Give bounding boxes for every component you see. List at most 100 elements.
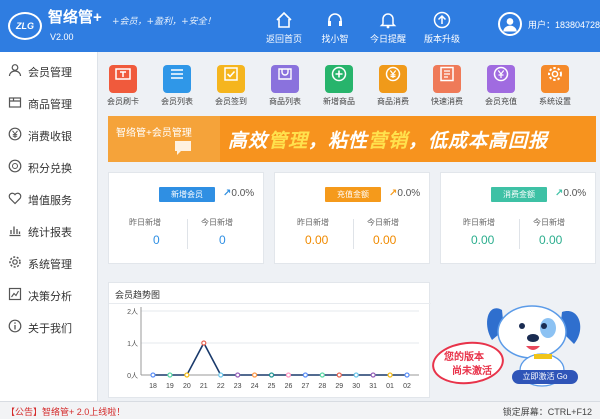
chart-data-point <box>387 372 393 378</box>
shortcut-add-product[interactable]: 新增商品 <box>312 60 366 110</box>
chart-x-tick-label: 25 <box>268 383 276 390</box>
sidebar-item-analysis[interactable]: 决策分析 <box>0 278 98 310</box>
stat-today-label: 今日新增 <box>367 218 399 227</box>
banner-subtitle: 智络管+会员管理 <box>116 128 192 139</box>
sidebar-item-reports[interactable]: 统计报表 <box>0 214 98 246</box>
shortcut-member-checkin[interactable]: 会员签到 <box>204 60 258 110</box>
chat-icon <box>175 141 191 155</box>
shortcut-member-list[interactable]: 会员列表 <box>150 60 204 110</box>
recharge-icon <box>487 65 515 93</box>
shortcut-label: 快速消费 <box>431 97 463 106</box>
chart-data-point <box>252 372 258 378</box>
chart-x-tick-label: 01 <box>386 383 394 390</box>
chart-x-tick-label: 23 <box>234 383 242 390</box>
sidebar-item-value-added[interactable]: 增值服务 <box>0 182 98 214</box>
stat-yesterday-value: 0.00 <box>305 233 329 247</box>
shortcut-member-recharge[interactable]: 会员充值 <box>474 60 528 110</box>
chart-y-tick-label: 2人 <box>127 308 138 316</box>
gear-icon <box>9 256 21 268</box>
chart-x-tick-label: 20 <box>183 383 191 390</box>
chart-title: 会员趋势图 <box>115 290 161 300</box>
shortcut-product-list[interactable]: 商品列表 <box>258 60 312 110</box>
upgrade-icon <box>433 11 451 29</box>
shortcut-label: 商品列表 <box>269 97 301 106</box>
chart-data-point <box>268 372 275 378</box>
shortcut-system-settings[interactable]: 系统设置 <box>528 60 582 110</box>
activation-line1: 您的版本 <box>444 352 484 363</box>
settings-icon <box>541 65 569 93</box>
status-bar: 【公告】智络管+ 2.0上线啦！ 锁定屏幕：CTRL+F12 <box>0 401 600 419</box>
yen-icon <box>8 127 22 141</box>
chart-data-point <box>218 372 224 378</box>
nav-assistant[interactable]: 找小智 <box>307 0 363 52</box>
coin-icon <box>8 159 22 173</box>
app-header: ZLG 智络管+ V2.00 +会员，+盈利，+安全！ 返回首页 找小智 今日提… <box>0 0 600 52</box>
stat-yesterday-label: 昨日新增 <box>297 218 329 227</box>
checkin-icon <box>217 65 245 93</box>
banner-left-panel: 智络管+会员管理 <box>108 116 220 162</box>
chart-data-point <box>336 372 342 378</box>
sidebar-item-label: 系统管理 <box>28 259 72 271</box>
shortcut-label: 商品消费 <box>377 97 409 106</box>
sidebar-item-label: 消费收银 <box>28 131 72 143</box>
nav-upgrade[interactable]: 版本升级 <box>414 0 470 52</box>
shortcut-member-card[interactable]: 会员刷卡 <box>96 60 150 110</box>
headline-highlight: 营销 <box>368 131 409 152</box>
activation-line2: 尚未激活 <box>452 366 492 377</box>
chart-x-tick-label: 02 <box>403 383 411 390</box>
chart-data-point <box>353 372 359 378</box>
user-phone: 用户：18380472862 <box>528 20 600 30</box>
banner-headline: 高效管理，粘性营销，低成本高回报 <box>228 126 548 153</box>
stat-percent: ↗0.0% <box>555 188 586 199</box>
chart-data-point <box>404 372 410 378</box>
headline-part: 高效 <box>228 131 269 152</box>
nav-home[interactable]: 返回首页 <box>256 0 312 52</box>
chart-data-point <box>167 372 173 378</box>
shortcut-product-consume[interactable]: 商品消费 <box>366 60 420 110</box>
announcement-link[interactable]: 【公告】智络管+ 2.0上线啦！ <box>6 405 125 418</box>
chart-data-point <box>201 340 207 346</box>
stat-percent-value: 0.0% <box>563 188 587 199</box>
consumption-amount-button[interactable]: 消费金额 <box>491 187 547 202</box>
chart-x-tick-label: 22 <box>217 383 225 390</box>
home-icon <box>276 11 292 28</box>
yen-circle-icon <box>379 65 407 93</box>
stat-yesterday-value: 0 <box>153 233 160 247</box>
headset-icon <box>328 13 342 26</box>
sidebar-item-points[interactable]: 积分兑换 <box>0 150 98 182</box>
chart-data-point <box>235 372 241 378</box>
sidebar-item-products[interactable]: 商品管理 <box>0 86 98 118</box>
activate-now-button[interactable]: 立即激活 Go <box>512 370 578 384</box>
chart-title-divider <box>109 303 431 304</box>
person-icon <box>8 64 22 77</box>
activation-mascot[interactable]: 您的版本 尚未激活 立即激活 Go <box>430 296 594 400</box>
chart-data-point <box>184 372 190 378</box>
new-members-button[interactable]: 新增会员 <box>159 187 215 202</box>
shortcut-label: 新增商品 <box>323 97 355 106</box>
card-reader-icon <box>109 65 137 93</box>
shortcut-quick-consume[interactable]: 快速消费 <box>420 60 474 110</box>
logo-text: ZLG <box>16 21 34 31</box>
nav-label: 找小智 <box>321 34 349 44</box>
sidebar-item-cashier[interactable]: 消费收银 <box>0 118 98 150</box>
nav-reminder[interactable]: 今日提醒 <box>360 0 416 52</box>
member-trend-chart: 0人 1人 2人 18 19 20 21 22 23 24 25 26 27 28 29 30 31 01 02 会… <box>108 282 431 398</box>
chart-x-tick-label: 18 <box>149 383 157 390</box>
stat-card-consumption: 消费金额 ↗0.0% 昨日新增 今日新增 0.00 0.00 <box>440 172 596 264</box>
chart-y-tick-label: 1人 <box>127 340 138 348</box>
chart-data-point <box>150 372 156 378</box>
sidebar-item-system[interactable]: 系统管理 <box>0 246 98 278</box>
sidebar-item-members[interactable]: 会员管理 <box>0 54 98 86</box>
list-icon <box>163 65 191 93</box>
chart-icon <box>9 226 21 237</box>
brand-name: 智络管+ <box>48 9 102 26</box>
chart-x-tick-label: 24 <box>251 383 259 390</box>
chart-x-tick-label: 28 <box>318 383 326 390</box>
sidebar-item-label: 统计报表 <box>28 227 72 239</box>
headline-part: ，粘性 <box>308 131 369 152</box>
stat-today-value: 0 <box>219 233 226 247</box>
sidebar-item-about[interactable]: 关于我们 <box>0 310 98 342</box>
card-divider <box>519 219 520 249</box>
chart-x-tick-label: 27 <box>302 383 310 390</box>
recharge-amount-button[interactable]: 充值金额 <box>325 187 381 202</box>
